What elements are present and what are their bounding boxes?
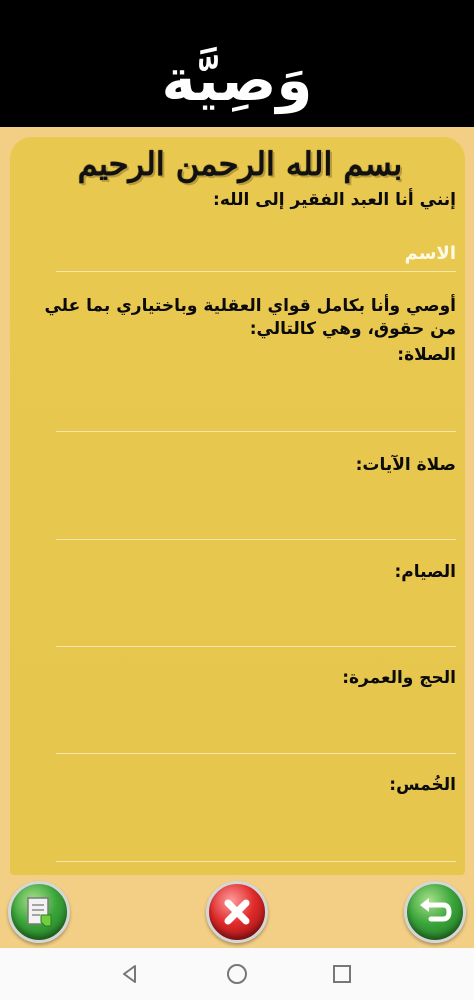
khums-field[interactable] (56, 792, 456, 862)
cancel-button[interactable] (206, 881, 268, 943)
back-arrow-icon (420, 898, 452, 922)
ayat-prayer-field[interactable] (56, 470, 456, 540)
system-nav-bar (0, 948, 474, 1000)
back-button[interactable] (404, 881, 466, 943)
nav-back-icon (123, 965, 136, 983)
save-button[interactable] (8, 881, 70, 943)
nav-recents-icon (333, 965, 351, 983)
status-bar (0, 0, 474, 32)
app-header: وَصِيَّة (0, 32, 474, 127)
basmala-heading: بسم الله الرحمن الرحيم (77, 145, 403, 183)
action-bar (0, 876, 474, 948)
hajj-field[interactable] (56, 684, 456, 754)
app-title: وَصِيَّة (161, 45, 313, 114)
prayer-field[interactable] (56, 362, 456, 432)
nav-home-icon (227, 964, 247, 984)
document-save-icon (27, 897, 52, 927)
nav-back-button[interactable] (116, 960, 144, 988)
close-icon (224, 899, 250, 925)
nav-recents-button[interactable] (328, 960, 356, 988)
nav-home-button[interactable] (223, 960, 251, 988)
will-statement: أوصي وأنا بكامل قواي العقلية وباختياري ب… (44, 296, 456, 339)
fasting-field[interactable] (56, 577, 456, 647)
intro-text: إنني أنا العبد الفقير إلى الله: (213, 190, 456, 210)
name-input[interactable] (56, 236, 456, 272)
